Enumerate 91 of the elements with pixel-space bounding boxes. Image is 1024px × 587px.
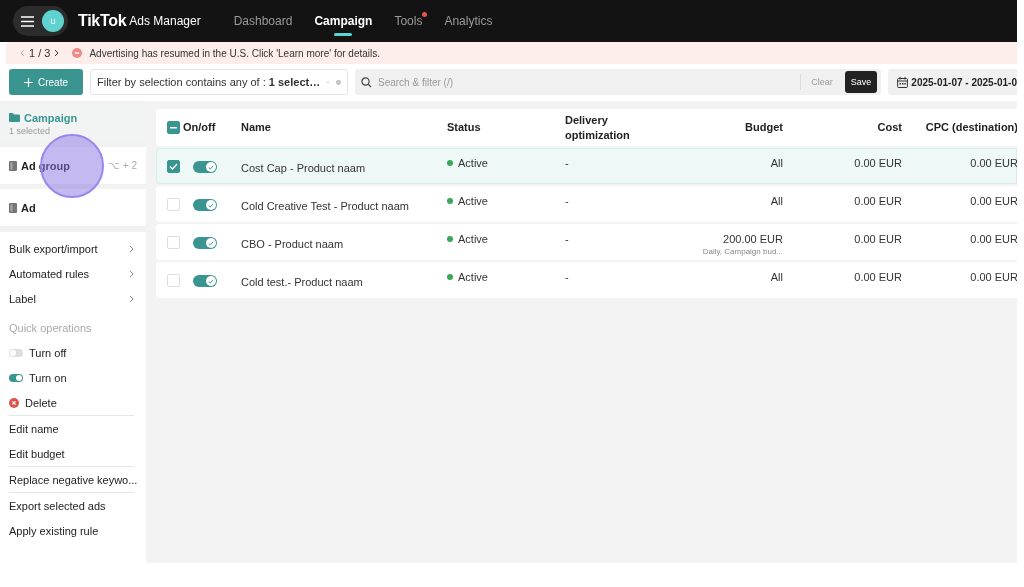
nav-tab[interactable]: Analytics [444, 0, 493, 42]
budget-note: Daily, Campaign bud... [702, 247, 783, 256]
column-header: CPC (destination) [925, 120, 1017, 135]
table-cell-text: - [565, 157, 570, 169]
status-toggle[interactable] [193, 199, 217, 211]
table-cell: 0.00 EUR [854, 233, 902, 245]
chevron-right-icon[interactable] [54, 49, 60, 57]
row-checkbox[interactable] [167, 160, 180, 173]
minus-icon [170, 126, 177, 129]
document-icon [9, 160, 17, 171]
section-heading: Quick operations [9, 320, 93, 336]
menu-item[interactable]: Export selected ads [9, 499, 106, 512]
table-cell: 0.00 EUR [854, 195, 902, 207]
level-label: Campaign [24, 111, 78, 124]
table-cell: 0.00 EUR [970, 271, 1017, 283]
chevron-right-icon [129, 244, 134, 253]
search-field[interactable]: Search & filter (/) Clear Save [355, 69, 882, 95]
column-header: On/off [183, 120, 217, 135]
campaign-name[interactable]: Cost Cap - Product naam [241, 162, 447, 174]
budget-value: All [770, 195, 783, 207]
table-cell-text: - [565, 195, 570, 207]
budget-value: All [770, 157, 783, 169]
date-range-picker[interactable]: 2025-01-07 - 2025-01-0 [888, 69, 1017, 95]
level-tab[interactable]: Ad group ⌥ + 2 [0, 147, 146, 184]
check-icon [208, 278, 214, 284]
level-label: Ad group [21, 159, 70, 172]
column-header: Name [241, 120, 272, 135]
save-button[interactable]: Save [844, 71, 878, 93]
column-header: Delivery optimization [565, 113, 631, 142]
clear-icon[interactable] [336, 77, 341, 87]
menu-item[interactable]: Delete [25, 396, 57, 409]
product-name: Ads Manager [129, 14, 201, 28]
check-icon [208, 202, 214, 208]
menu-item[interactable]: Turn off [29, 346, 67, 359]
level-tab[interactable]: Ad [0, 189, 146, 226]
banner-message: Advertising has resumed in the U.S. Click 'Learn more' for details. [89, 47, 381, 59]
create-button[interactable]: Create [9, 69, 83, 95]
column-header: Status [447, 120, 482, 135]
nav-tab[interactable]: Dashboard [233, 0, 293, 42]
table-cell: 0.00 EUR [854, 271, 902, 283]
logo: TikTok [78, 12, 127, 30]
caret-down-icon [326, 79, 331, 85]
table-cell: 0.00 EUR [970, 157, 1017, 169]
document-icon [9, 202, 17, 213]
column-header: Cost [877, 120, 902, 135]
menu-icon[interactable] [21, 15, 34, 27]
column-header: Budget [745, 120, 783, 135]
filter-dropdown[interactable]: Filter by selection contains any of : 1 select… [90, 69, 348, 95]
selection-count: 1 selected [9, 125, 52, 136]
check-icon [169, 163, 178, 170]
table-cell: 0.00 EUR [970, 195, 1017, 207]
menu-item[interactable]: Replace negative keywo... [9, 473, 138, 486]
delete-icon [9, 397, 19, 408]
status-toggle[interactable] [193, 161, 217, 173]
plus-icon [24, 77, 33, 87]
menu-item[interactable]: Edit name [9, 422, 59, 435]
menu-item[interactable]: Edit budget [9, 447, 65, 460]
menu-item[interactable]: Automated rules [9, 267, 90, 280]
chevron-right-icon [129, 269, 134, 278]
status-label: Active [458, 233, 488, 245]
page-counter: 1 / 3 [29, 47, 51, 59]
check-icon [208, 240, 214, 246]
level-label: Ad [21, 201, 36, 214]
campaign-name[interactable]: Cold test.- Product naam [241, 276, 447, 288]
menu-item[interactable]: Turn on [29, 371, 67, 384]
table-cell-text: - [565, 233, 570, 245]
campaign-name[interactable]: CBO - Product naam [241, 238, 447, 250]
budget-value: 200.00 EUR [723, 233, 783, 245]
status-label: Active [458, 157, 488, 169]
menu-item[interactable]: Label [9, 292, 36, 305]
menu-item[interactable]: Bulk export/import [9, 242, 98, 255]
calendar-icon [897, 76, 909, 88]
alert-icon [72, 48, 83, 58]
search-icon [361, 76, 372, 88]
table-cell-text: - [565, 271, 570, 283]
status-label: Active [458, 271, 488, 283]
table-cell: 0.00 EUR [854, 157, 902, 169]
table-cell: 0.00 EUR [970, 233, 1017, 245]
campaign-name[interactable]: Cold Creative Test - Product naam [241, 200, 447, 212]
status-label: Active [458, 195, 488, 207]
select-all-checkbox[interactable] [167, 121, 180, 134]
menu-item[interactable]: Apply existing rule [9, 524, 99, 537]
keyboard-shortcut: ⌥ + 2 [108, 160, 137, 171]
nav-tab[interactable]: Tools [394, 0, 423, 42]
check-icon [208, 164, 214, 170]
status-toggle[interactable] [193, 237, 217, 249]
chevron-right-icon [129, 294, 134, 303]
nav-tab[interactable]: Campaign [314, 0, 373, 42]
folder-icon [9, 113, 20, 122]
budget-value: All [770, 271, 783, 283]
status-toggle[interactable] [193, 275, 217, 287]
